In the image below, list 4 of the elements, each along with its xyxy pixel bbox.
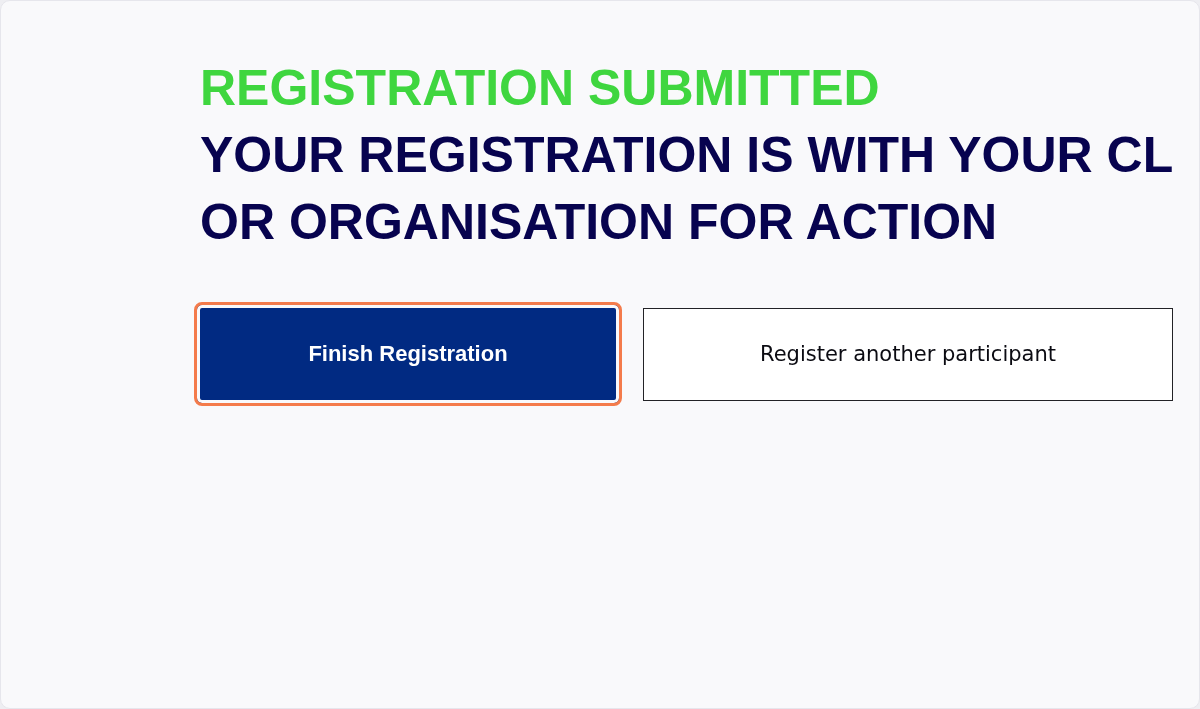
status-title: REGISTRATION SUBMITTED [200, 59, 880, 118]
confirmation-message: YOUR REGISTRATION IS WITH YOUR CL OR ORGANISATION FOR ACTION [200, 126, 1174, 252]
finish-button[interactable]: Finish Registration [194, 302, 622, 406]
register-another-button[interactable]: Register another participant [643, 307, 1173, 401]
